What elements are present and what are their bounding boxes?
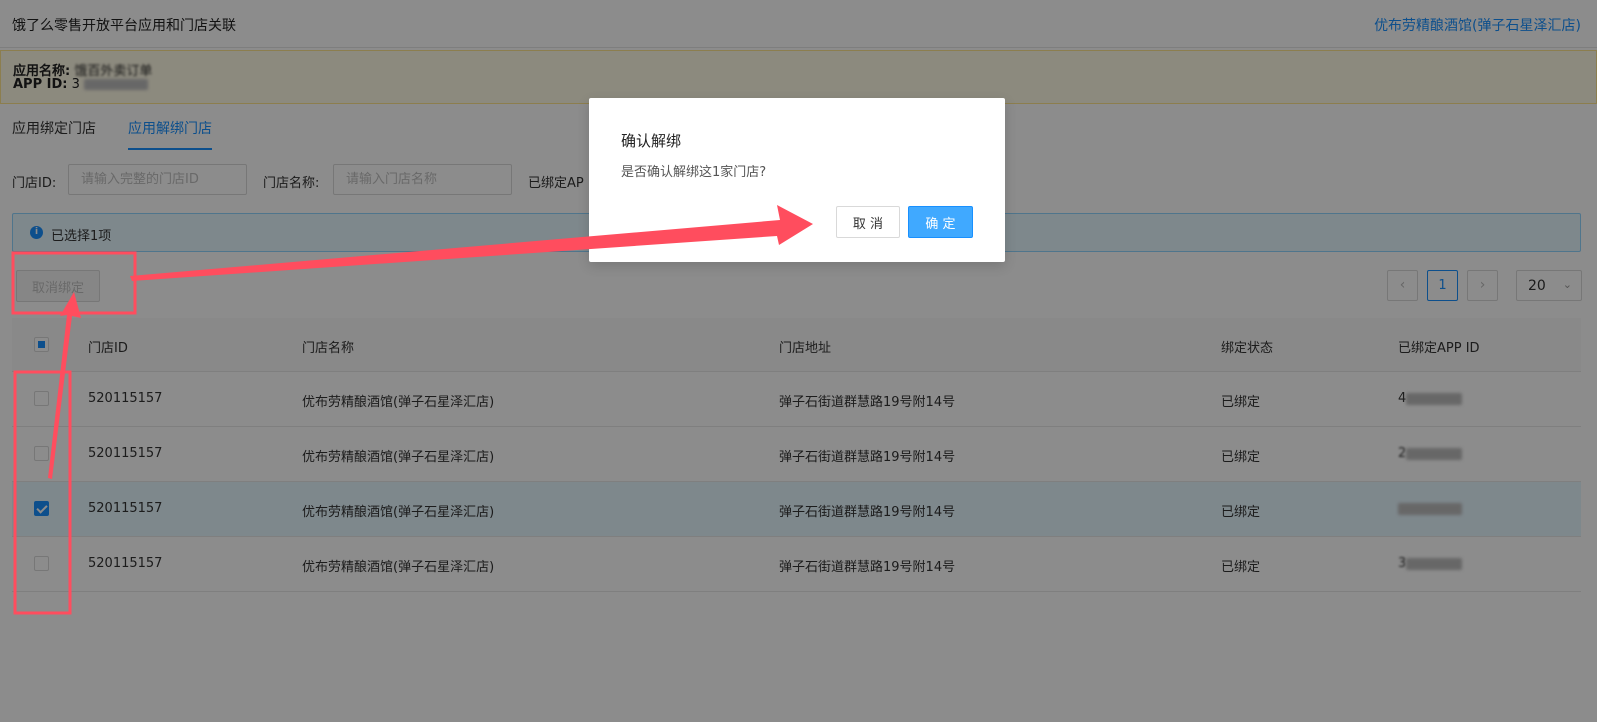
confirm-button[interactable]: 确 定	[908, 206, 973, 238]
confirm-unbind-dialog: 确认解绑 是否确认解绑这1家门店? 取 消 确 定	[589, 98, 1005, 262]
dialog-title: 确认解绑	[621, 132, 682, 150]
dialog-message: 是否确认解绑这1家门店?	[621, 165, 767, 180]
cancel-button[interactable]: 取 消	[836, 206, 900, 238]
